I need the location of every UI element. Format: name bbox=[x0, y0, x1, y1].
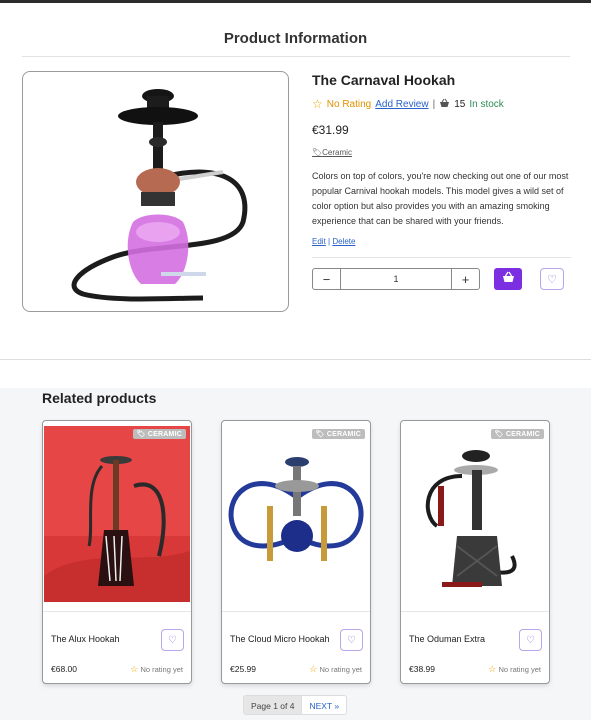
top-bar bbox=[0, 0, 591, 3]
heart-icon: ♡ bbox=[168, 634, 177, 646]
product-card-rating-text: No rating yet bbox=[498, 665, 541, 674]
product-tag[interactable]: 🏷Ceramic bbox=[312, 148, 352, 157]
tag-icon: 🏷 bbox=[136, 431, 146, 438]
edit-delete-links: Edit | Delete bbox=[312, 237, 356, 246]
product-description: Colors on top of colors, you're now chec… bbox=[312, 171, 569, 226]
product-card-rating: ☆ No rating yet bbox=[488, 664, 541, 675]
star-icon: ☆ bbox=[488, 664, 497, 674]
quantity-stepper: − 1 + bbox=[312, 268, 480, 290]
wishlist-button[interactable]: ♡ bbox=[540, 268, 564, 290]
card-wishlist-button[interactable]: ♡ bbox=[519, 629, 542, 651]
product-card-name[interactable]: The Alux Hookah bbox=[51, 634, 120, 644]
tag-icon: 🏷 bbox=[315, 431, 325, 438]
product-card-rating: ☆ No rating yet bbox=[309, 664, 362, 675]
star-icon: ☆ bbox=[130, 664, 139, 674]
product-card-tag: 🏷 CERAMIC bbox=[132, 429, 186, 439]
stock-count: 15 bbox=[454, 98, 466, 110]
increase-quantity-button[interactable]: + bbox=[451, 269, 479, 289]
product-card-price: €68.00 bbox=[51, 664, 77, 674]
next-page-link[interactable]: NEXT » bbox=[302, 695, 348, 715]
star-icon: ☆ bbox=[312, 97, 323, 111]
product-card-tag-label: CERAMIC bbox=[326, 431, 361, 438]
add-review-link[interactable]: Add Review bbox=[375, 99, 428, 110]
cart-icon bbox=[502, 270, 515, 288]
card-divider bbox=[43, 611, 191, 612]
product-card-name[interactable]: The Cloud Micro Hookah bbox=[230, 634, 330, 644]
section-divider bbox=[0, 359, 591, 360]
card-divider bbox=[401, 611, 549, 612]
product-card-price: €38.99 bbox=[409, 664, 435, 674]
product-card[interactable]: 🏷 CERAMIC The Alux Hookah ♡ €68.00 ☆ No … bbox=[42, 420, 192, 684]
heart-icon: ♡ bbox=[347, 634, 356, 646]
product-price: €31.99 bbox=[312, 123, 349, 137]
actions-divider bbox=[312, 257, 571, 258]
page-indicator: Page 1 of 4 bbox=[243, 695, 303, 715]
product-card-tag-label: CERAMIC bbox=[505, 431, 540, 438]
card-wishlist-button[interactable]: ♡ bbox=[161, 629, 184, 651]
pagination: Page 1 of 4 NEXT » bbox=[243, 695, 348, 715]
product-name: The Carnaval Hookah bbox=[312, 72, 456, 88]
rating-text: No Rating bbox=[326, 98, 372, 110]
meta-separator: | bbox=[432, 98, 436, 110]
product-card-image bbox=[223, 426, 369, 602]
tag-icon: 🏷 bbox=[312, 148, 323, 157]
product-meta: ☆ No Rating Add Review | 15 In stock bbox=[312, 97, 504, 111]
product-card-rating-text: No rating yet bbox=[140, 665, 183, 674]
product-card-name[interactable]: The Oduman Extra bbox=[409, 634, 485, 644]
stock-status: In stock bbox=[469, 98, 504, 110]
tag-icon: 🏷 bbox=[494, 431, 504, 438]
product-card-image bbox=[44, 426, 190, 602]
basket-icon bbox=[439, 98, 450, 111]
related-products-title: Related products bbox=[42, 390, 157, 406]
add-to-cart-button[interactable] bbox=[494, 268, 522, 290]
product-card[interactable]: 🏷 CERAMIC The Oduman Extra ♡ €38.99 ☆ No… bbox=[400, 420, 550, 684]
product-card-tag: 🏷 CERAMIC bbox=[311, 429, 365, 439]
section-title: Product Information bbox=[223, 30, 368, 47]
delete-link[interactable]: Delete bbox=[332, 237, 355, 246]
title-divider bbox=[22, 56, 570, 57]
edit-link[interactable]: Edit bbox=[312, 237, 326, 246]
product-card-tag: 🏷 CERAMIC bbox=[490, 429, 544, 439]
heart-icon: ♡ bbox=[547, 273, 557, 286]
product-card-price: €25.99 bbox=[230, 664, 256, 674]
product-tag-label: Ceramic bbox=[322, 148, 352, 157]
card-divider bbox=[222, 611, 370, 612]
decrease-quantity-button[interactable]: − bbox=[313, 269, 341, 289]
product-card-tag-label: CERAMIC bbox=[147, 431, 182, 438]
quantity-input[interactable]: 1 bbox=[341, 269, 451, 289]
product-image bbox=[22, 71, 289, 312]
product-card[interactable]: 🏷 CERAMIC The Cloud Micro Hookah ♡ €25.9… bbox=[221, 420, 371, 684]
product-card-rating-text: No rating yet bbox=[319, 665, 362, 674]
heart-icon: ♡ bbox=[526, 634, 535, 646]
related-products-section: Related products 🏷 CERAMIC The Alux Hook… bbox=[0, 388, 591, 720]
card-wishlist-button[interactable]: ♡ bbox=[340, 629, 363, 651]
product-card-rating: ☆ No rating yet bbox=[130, 664, 183, 675]
product-card-image bbox=[402, 426, 548, 602]
star-icon: ☆ bbox=[309, 664, 318, 674]
